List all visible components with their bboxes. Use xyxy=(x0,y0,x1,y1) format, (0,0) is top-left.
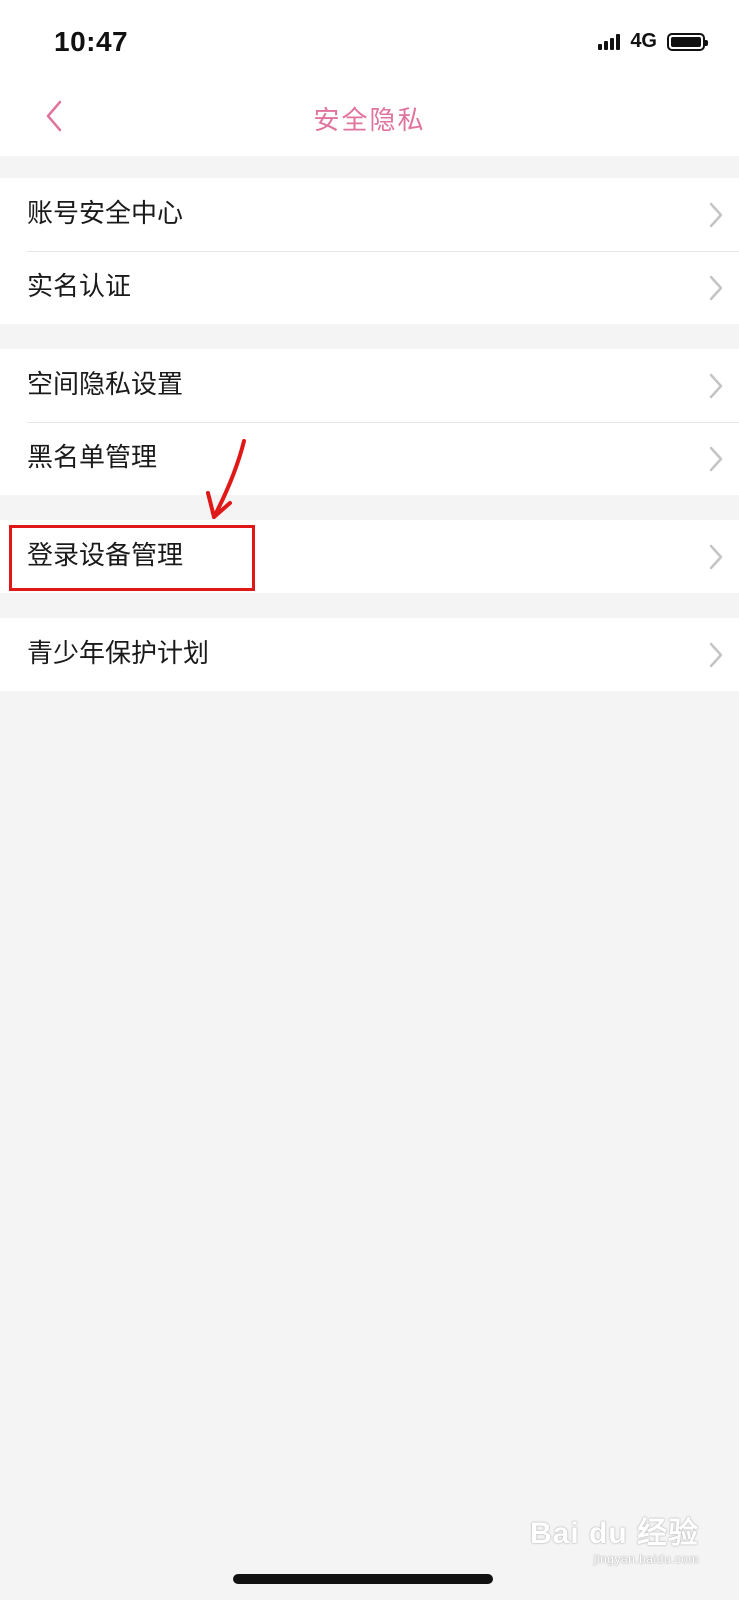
settings-item-label: 登录设备管理 xyxy=(27,541,184,571)
home-indicator[interactable] xyxy=(233,1574,493,1584)
settings-item-label: 实名认证 xyxy=(27,272,132,302)
settings-item-youth-protection[interactable]: 青少年保护计划 xyxy=(0,618,739,691)
chevron-right-icon xyxy=(709,202,723,228)
settings-item-login-devices[interactable]: 登录设备管理 xyxy=(0,520,739,593)
signal-bars-icon xyxy=(598,33,622,50)
chevron-right-icon xyxy=(709,446,723,472)
nav-bar: 安全隐私 xyxy=(0,80,739,156)
chevron-right-icon xyxy=(709,544,723,570)
settings-item-space-privacy[interactable]: 空间隐私设置 xyxy=(0,349,739,422)
watermark: Bai du 经验 jingyan.baidu.com xyxy=(530,1508,699,1566)
settings-group-account: 账号安全中心 实名认证 xyxy=(0,178,739,324)
settings-group-youth: 青少年保护计划 xyxy=(0,618,739,691)
watermark-url: jingyan.baidu.com xyxy=(593,1552,699,1566)
chevron-right-icon xyxy=(709,642,723,668)
settings-item-label: 空间隐私设置 xyxy=(27,370,184,400)
settings-item-blacklist[interactable]: 黑名单管理 xyxy=(0,422,739,495)
settings-item-label: 青少年保护计划 xyxy=(27,639,210,669)
chevron-right-icon xyxy=(709,275,723,301)
settings-item-label: 账号安全中心 xyxy=(27,199,184,229)
battery-full-icon xyxy=(667,32,708,51)
page-title: 安全隐私 xyxy=(313,106,426,136)
status-bar: 10:47 4G xyxy=(0,0,739,80)
status-time: 10:47 xyxy=(54,26,129,57)
settings-group-privacy: 空间隐私设置 黑名单管理 xyxy=(0,349,739,495)
watermark-logo: Bai du 经验 xyxy=(529,1517,699,1550)
settings-group-devices: 登录设备管理 xyxy=(0,520,739,593)
chevron-right-icon xyxy=(709,373,723,399)
settings-item-real-name[interactable]: 实名认证 xyxy=(0,251,739,324)
settings-item-label: 黑名单管理 xyxy=(27,443,158,473)
network-type: 4G xyxy=(630,30,657,52)
status-icons: 4G xyxy=(598,30,708,53)
settings-item-account-security[interactable]: 账号安全中心 xyxy=(0,178,739,251)
